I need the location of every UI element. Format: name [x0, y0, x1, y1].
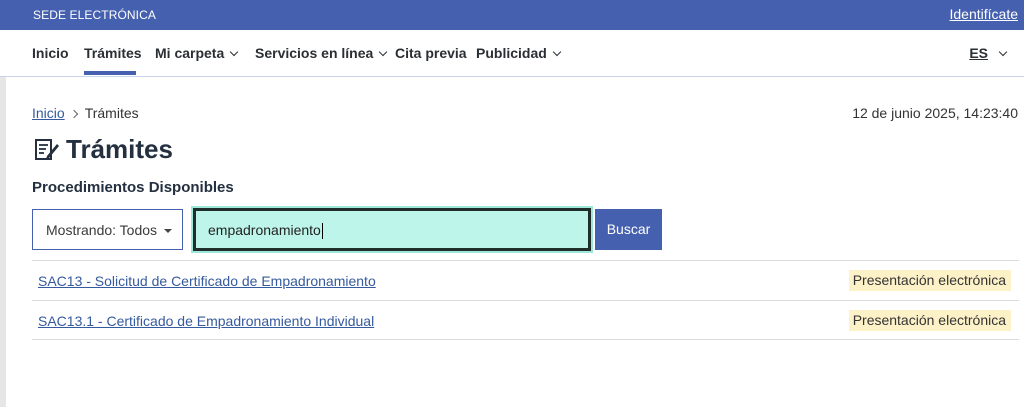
nav-active-indicator	[84, 71, 136, 75]
search-input[interactable]: empadronamiento	[191, 206, 593, 253]
chevron-down-icon	[998, 47, 1008, 57]
filter-label: Mostrando: Todos	[46, 222, 158, 238]
search-button[interactable]: Buscar	[595, 209, 662, 250]
section-subtitle: Procedimientos Disponibles	[32, 179, 234, 196]
nav-item-publicidad[interactable]: Publicidad	[476, 45, 562, 61]
filter-dropdown[interactable]: Mostrando: Todos	[32, 209, 183, 250]
list-item: SAC13 - Solicitud de Certificado de Empa…	[32, 260, 1019, 300]
search-value: empadronamiento	[208, 222, 321, 238]
results-list: SAC13 - Solicitud de Certificado de Empa…	[32, 260, 1019, 340]
login-link[interactable]: Identifícate	[950, 6, 1019, 22]
procedure-link[interactable]: SAC13 - Solicitud de Certificado de Empa…	[38, 273, 376, 289]
page-title-text: Trámites	[66, 134, 173, 164]
nav-item-cita-previa[interactable]: Cita previa	[395, 45, 467, 61]
main-nav: Inicio Trámites Mi carpeta Servicios en …	[0, 30, 1024, 77]
nav-item-mi-carpeta[interactable]: Mi carpeta	[155, 45, 239, 61]
document-edit-icon	[35, 138, 59, 160]
caret-down-icon	[164, 229, 173, 233]
procedure-link[interactable]: SAC13.1 - Certificado de Empadronamiento…	[38, 313, 374, 329]
breadcrumb: Inicio Trámites	[32, 105, 139, 121]
chevron-down-icon	[552, 47, 562, 57]
text-cursor	[321, 223, 323, 240]
status-badge: Presentación electrónica	[848, 310, 1011, 331]
top-bar: SEDE ELECTRÓNICA Identifícate	[0, 0, 1024, 30]
breadcrumb-home-link[interactable]: Inicio	[32, 105, 65, 121]
page-title: Trámites	[34, 134, 173, 165]
nav-item-inicio[interactable]: Inicio	[32, 45, 69, 61]
chevron-right-icon	[69, 109, 78, 119]
current-datetime: 12 de junio 2025, 14:23:40	[852, 105, 1018, 121]
site-brand: SEDE ELECTRÓNICA	[33, 8, 156, 22]
status-badge: Presentación electrónica	[848, 270, 1011, 291]
breadcrumb-current: Trámites	[84, 105, 139, 121]
chevron-down-icon	[379, 47, 388, 57]
nav-item-tramites[interactable]: Trámites	[84, 45, 142, 61]
chevron-down-icon	[230, 47, 239, 57]
language-selector[interactable]: ES	[969, 45, 1008, 61]
nav-item-servicios-en-linea[interactable]: Servicios en línea	[255, 45, 388, 61]
list-item: SAC13.1 - Certificado de Empadronamiento…	[32, 300, 1019, 340]
